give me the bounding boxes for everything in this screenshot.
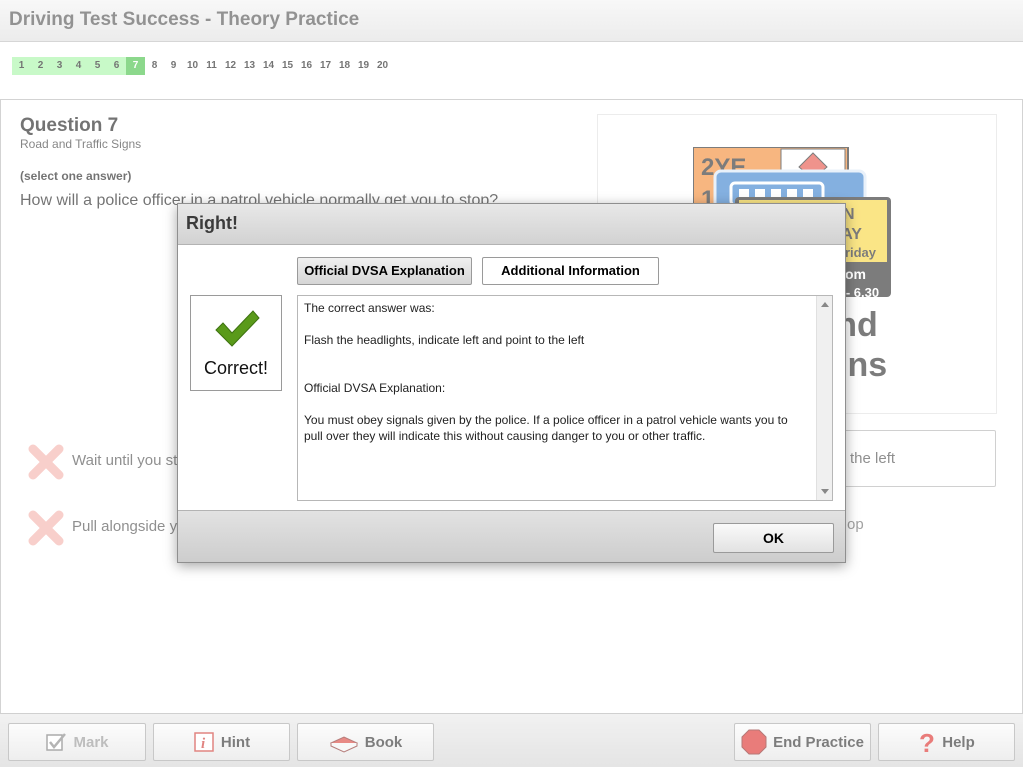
- dialog-title: Right!: [186, 213, 238, 233]
- correct-label: Correct!: [203, 358, 268, 378]
- tab-official-dvsa-explanation[interactable]: Official DVSA Explanation: [297, 257, 472, 285]
- explanation-line-answer: Flash the headlights, indicate left and …: [304, 333, 585, 347]
- ok-button[interactable]: OK: [713, 523, 834, 553]
- explanation-line-detail: You must obey signals given by the polic…: [304, 413, 788, 443]
- scrollbar[interactable]: [816, 296, 832, 500]
- explanation-line-correct-answer: The correct answer was:: [304, 301, 435, 315]
- explanation-line-heading: Official DVSA Explanation:: [304, 381, 446, 395]
- explanation-textbox[interactable]: The correct answer was: Flash the headli…: [297, 295, 833, 501]
- result-dialog: Right! Official DVSA Explanation Additio…: [177, 203, 846, 563]
- dialog-header: Right!: [178, 204, 845, 245]
- scroll-down-icon[interactable]: [821, 489, 829, 494]
- correct-indicator: Correct!: [190, 295, 282, 391]
- scroll-up-icon[interactable]: [821, 302, 829, 307]
- tab-additional-information[interactable]: Additional Information: [482, 257, 659, 285]
- dialog-footer: OK: [178, 510, 845, 562]
- check-icon: [215, 310, 260, 347]
